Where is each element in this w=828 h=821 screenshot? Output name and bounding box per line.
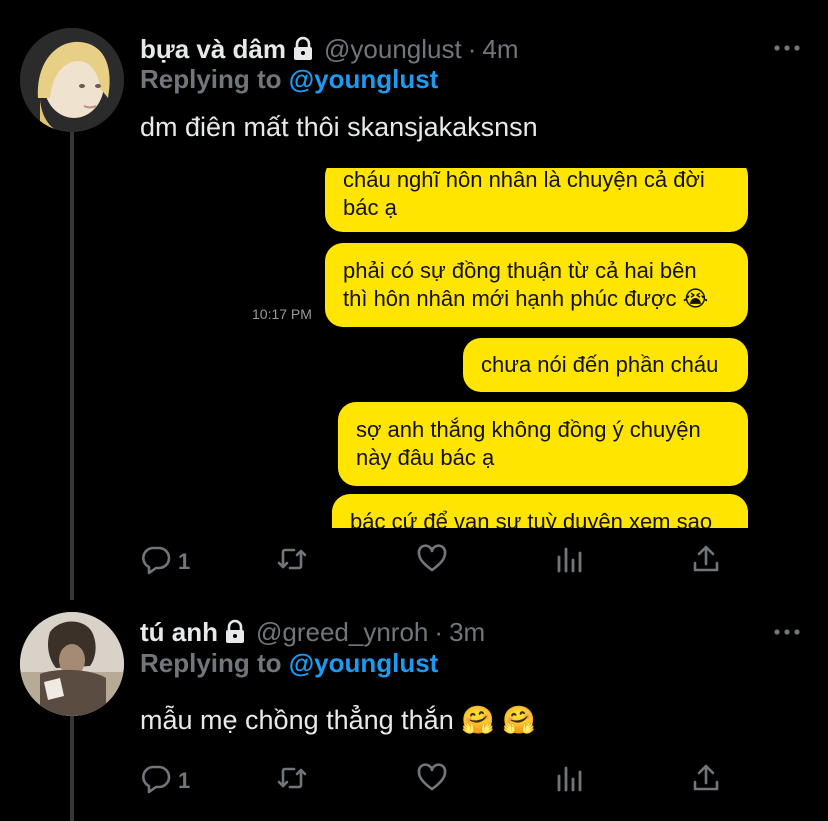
retweet-icon (276, 543, 308, 581)
handle[interactable]: @greed_ynroh (256, 617, 428, 648)
replying-mention[interactable]: @younglust (289, 64, 439, 94)
like-button[interactable] (416, 762, 448, 800)
retweet-button[interactable] (276, 762, 308, 800)
analytics-icon (554, 543, 586, 581)
chat-time-label: 10:17 PM (252, 306, 312, 322)
lock-icon (290, 36, 316, 62)
chat-bubble-line: chưa nói đến phần cháu (481, 352, 719, 377)
like-icon (416, 543, 448, 581)
timestamp[interactable]: 4m (482, 34, 518, 65)
chat-bubble-line: cháu nghĩ hôn nhân là chuyện cả đời (343, 168, 705, 192)
reply-icon (140, 543, 172, 581)
separator: · (467, 33, 477, 64)
chat-bubble: bác cứ để vạn sự tuỳ duyên xem sao (332, 494, 748, 528)
avatar[interactable] (20, 612, 124, 716)
chat-bubble-line: bác cứ để vạn sự tuỳ duyên xem sao (350, 509, 713, 528)
like-button[interactable] (416, 543, 448, 581)
reply-icon (140, 762, 172, 800)
replying-to: Replying to @younglust (140, 648, 438, 679)
tweet[interactable]: bựa và dâm @younglust · 4m Replying to @… (0, 0, 828, 600)
share-icon (690, 762, 722, 800)
chat-bubble-line: thì hôn nhân mới hạnh phúc được 😭 (343, 286, 709, 311)
chat-bubble: chưa nói đến phần cháu (463, 338, 748, 392)
handle[interactable]: @younglust (324, 34, 462, 65)
tweet[interactable]: tú anh @greed_ynroh · 3m Replying to @yo… (0, 600, 828, 821)
action-bar: 1 (140, 762, 730, 802)
analytics-button[interactable] (554, 543, 586, 581)
tweet-media[interactable]: cháu nghĩ hôn nhân là chuyện cả đời bác … (140, 168, 760, 528)
separator: · (434, 616, 444, 647)
share-icon (690, 543, 722, 581)
tweet-text: dm điên mất thôi skansjakaksnsn (140, 112, 538, 142)
chat-bubble: sợ anh thắng không đồng ý chuyện này đâu… (338, 402, 748, 486)
thread-line (70, 716, 74, 821)
more-icon[interactable] (774, 40, 800, 51)
avatar[interactable] (20, 28, 124, 132)
chat-bubble: cháu nghĩ hôn nhân là chuyện cả đời bác … (325, 168, 748, 232)
thread-line (70, 132, 74, 600)
analytics-icon (554, 762, 586, 800)
reply-count: 1 (178, 768, 191, 793)
more-icon[interactable] (774, 624, 800, 635)
replying-prefix: Replying to (140, 64, 289, 94)
lock-icon (222, 619, 248, 645)
chat-bubble: phải có sự đồng thuận từ cả hai bên thì … (325, 243, 748, 327)
reply-button[interactable]: 1 (140, 762, 190, 800)
action-bar: 1 (140, 543, 730, 583)
display-name[interactable]: tú anh (140, 617, 218, 648)
replying-prefix: Replying to (140, 648, 289, 678)
retweet-icon (276, 762, 308, 800)
reply-button[interactable]: 1 (140, 543, 190, 581)
chat-bubble-line: sợ anh thắng không đồng ý chuyện (356, 417, 701, 442)
tweet-header: bựa và dâm @younglust · 4m (140, 32, 519, 66)
retweet-button[interactable] (276, 543, 308, 581)
analytics-button[interactable] (554, 762, 586, 800)
chat-bubble-line: phải có sự đồng thuận từ cả hai bên (343, 258, 697, 283)
replying-mention[interactable]: @younglust (289, 648, 439, 678)
share-button[interactable] (690, 543, 722, 581)
tweet-text: mẫu mẹ chồng thẳng thắn 🤗 🤗 (140, 705, 536, 735)
timestamp[interactable]: 3m (449, 617, 485, 648)
tweet-header: tú anh @greed_ynroh · 3m (140, 615, 485, 649)
display-name[interactable]: bựa và dâm (140, 34, 286, 65)
replying-to: Replying to @younglust (140, 64, 438, 95)
reply-count: 1 (178, 549, 191, 574)
chat-bubble-line: bác ạ (343, 195, 397, 220)
share-button[interactable] (690, 762, 722, 800)
chat-bubble-line: này đâu bác ạ (356, 445, 495, 470)
like-icon (416, 762, 448, 800)
